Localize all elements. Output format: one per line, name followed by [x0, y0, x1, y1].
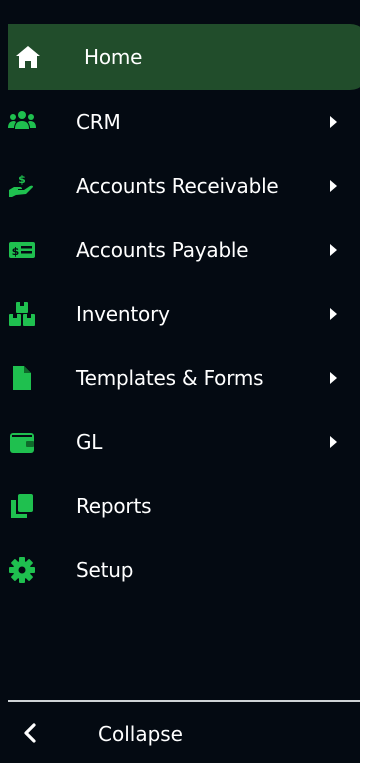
sidebar-item-label: CRM: [76, 110, 121, 134]
sidebar-item-gl[interactable]: GL: [0, 410, 360, 474]
sidebar-item-inventory[interactable]: Inventory: [0, 282, 360, 346]
sidebar-item-setup[interactable]: Setup: [0, 538, 360, 602]
collapse-button[interactable]: Collapse: [0, 704, 368, 763]
sidebar-item-label: Templates & Forms: [76, 366, 264, 390]
sidebar-menu: Home CRM $ Accounts Receivable $ Account…: [0, 24, 368, 602]
sidebar-item-label: Accounts Payable: [76, 238, 249, 262]
gear-icon: [8, 554, 44, 586]
sidebar-item-label: Setup: [76, 558, 134, 582]
sidebar-item-label: Home: [84, 45, 143, 69]
sidebar-divider: [8, 700, 368, 702]
caret-right-icon: [330, 180, 337, 192]
file-icon: [8, 362, 44, 394]
sidebar-item-accounts-receivable[interactable]: $ Accounts Receivable: [0, 154, 360, 218]
sidebar-item-accounts-payable[interactable]: $ Accounts Payable: [0, 218, 360, 282]
svg-text:$: $: [18, 173, 26, 186]
copy-icon: [8, 490, 44, 522]
money-bill-icon: $: [8, 234, 44, 266]
svg-text:$: $: [12, 245, 20, 258]
sidebar-item-reports[interactable]: Reports: [0, 474, 360, 538]
wallet-icon: [8, 426, 44, 458]
chevron-left-icon: [22, 722, 38, 744]
caret-right-icon: [330, 372, 337, 384]
home-icon: [14, 41, 50, 73]
sidebar-item-templates-forms[interactable]: Templates & Forms: [0, 346, 360, 410]
page-edge: [360, 0, 368, 763]
sidebar-item-home[interactable]: Home: [8, 24, 368, 90]
sidebar-item-label: Accounts Receivable: [76, 174, 279, 198]
sidebar-item-label: GL: [76, 430, 103, 454]
caret-right-icon: [330, 116, 337, 128]
sidebar-item-crm[interactable]: CRM: [0, 90, 360, 154]
collapse-label: Collapse: [98, 722, 183, 746]
sidebar-item-label: Inventory: [76, 302, 170, 326]
hand-dollar-icon: $: [8, 170, 44, 202]
caret-right-icon: [330, 244, 337, 256]
sidebar-item-label: Reports: [76, 494, 152, 518]
caret-right-icon: [330, 436, 337, 448]
sidebar: Home CRM $ Accounts Receivable $ Account…: [0, 0, 368, 763]
caret-right-icon: [330, 308, 337, 320]
users-icon: [8, 106, 44, 138]
boxes-icon: [8, 298, 44, 330]
